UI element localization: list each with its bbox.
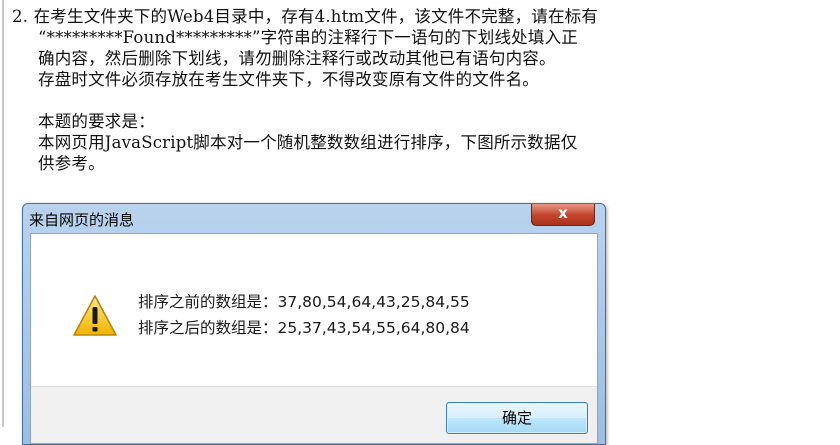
- question-line-2: “*********Found*********”字符串的注释行下一语句的下划线…: [38, 28, 578, 47]
- left-border: [2, 0, 4, 427]
- alert-dialog: 来自网页的消息 x 排序之前的数组是：37,80,54,64,43,25,84,…: [22, 203, 606, 445]
- requirement-heading: 本题的要求是：: [38, 112, 155, 131]
- dialog-message: 排序之前的数组是：37,80,54,64,43,25,84,55 排序之后的数组…: [138, 289, 470, 341]
- close-icon: x: [558, 204, 568, 222]
- close-button[interactable]: x: [531, 204, 595, 226]
- message-after-sort: 排序之后的数组是：25,37,43,54,55,64,80,84: [138, 319, 470, 337]
- dialog-title: 来自网页的消息: [29, 211, 135, 229]
- question-text: 2. 在考生文件夹下的Web4目录中，存有4.htm文件，该文件不完整，请在标有…: [12, 6, 692, 174]
- question-line-4: 存盘时文件必须存放在考生文件夹下，不得改变原有文件的文件名。: [38, 70, 539, 89]
- question-line-3: 确内容，然后删除下划线，请勿删除注释行或改动其他已有语句内容。: [38, 49, 556, 68]
- message-before-sort: 排序之前的数组是：37,80,54,64,43,25,84,55: [138, 293, 470, 311]
- warning-icon: [73, 295, 117, 336]
- dialog-titlebar: 来自网页的消息 x: [23, 204, 605, 233]
- requirement-line-1: 本网页用JavaScript脚本对一个随机整数数组进行排序，下图所示数据仅: [38, 133, 578, 152]
- dialog-body: 排序之前的数组是：37,80,54,64,43,25,84,55 排序之后的数组…: [30, 233, 598, 444]
- ok-button[interactable]: 确定: [446, 402, 588, 434]
- question-line-1: 2. 在考生文件夹下的Web4目录中，存有4.htm文件，该文件不完整，请在标有: [12, 7, 599, 26]
- requirement-line-2: 供参考。: [38, 154, 105, 173]
- dialog-footer: 确定: [31, 386, 597, 443]
